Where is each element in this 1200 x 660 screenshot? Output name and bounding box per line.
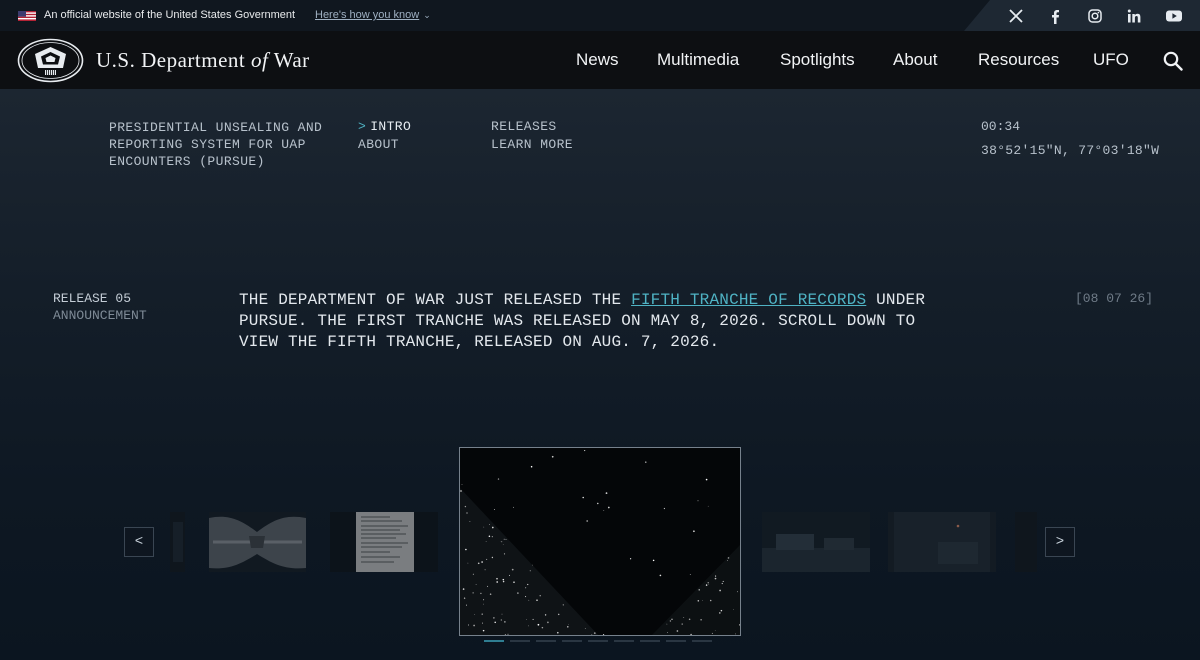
pentagon-seal-logo[interactable] [17, 38, 84, 83]
fifth-tranche-link[interactable]: FIFTH TRANCHE OF RECORDS [631, 291, 866, 309]
nav-news[interactable]: News [576, 50, 619, 70]
site-title-post: War [268, 48, 310, 72]
how-you-know-label: Here's how you know [315, 9, 420, 21]
subnav-about[interactable]: ABOUT [358, 137, 399, 152]
site-title-of: of [250, 48, 269, 72]
release-date: [08 07 26] [1075, 291, 1154, 306]
linkedin-icon[interactable] [1126, 8, 1142, 24]
release-number: RELEASE 05 [53, 291, 132, 306]
site-title-pre: U.S. Department [96, 48, 251, 72]
subnav-releases[interactable]: RELEASES [491, 119, 557, 134]
carousel-dot[interactable] [692, 640, 712, 642]
carousel-dot[interactable] [536, 640, 556, 642]
carousel-thumb[interactable] [888, 512, 996, 572]
carousel-main-image[interactable] [459, 447, 741, 636]
site-title[interactable]: U.S. Department of War [96, 48, 310, 73]
x-icon[interactable] [1008, 8, 1024, 24]
carousel-thumb[interactable] [170, 512, 185, 572]
carousel-dot[interactable] [562, 640, 582, 642]
carousel-dot[interactable] [484, 640, 504, 642]
carousel-dot[interactable] [588, 640, 608, 642]
announcement-text-before: THE DEPARTMENT OF WAR JUST RELEASED THE [239, 291, 632, 309]
carousel-dot[interactable] [614, 640, 634, 642]
release-label: ANNOUNCEMENT [53, 308, 147, 323]
clock-readout: 00:34 [981, 119, 1021, 134]
site-header: U.S. Department of War News Multimedia S… [0, 31, 1200, 89]
subnav-intro-label: INTRO [370, 119, 412, 134]
instagram-icon[interactable] [1087, 8, 1103, 24]
chevron-down-icon: ⌄ [423, 10, 431, 20]
carousel-dot[interactable] [510, 640, 530, 642]
facebook-icon[interactable] [1047, 8, 1063, 24]
social-bar [964, 0, 1200, 31]
nav-ufo[interactable]: UFO [1093, 50, 1129, 70]
nav-about[interactable]: About [893, 50, 937, 70]
nav-multimedia[interactable]: Multimedia [657, 50, 739, 70]
pursue-hero: PRESIDENTIAL UNSEALING AND REPORTING SYS… [0, 89, 1200, 660]
carousel-dot[interactable] [640, 640, 660, 642]
how-you-know-link[interactable]: Here's how you know ⌄ [315, 9, 431, 21]
nav-spotlights[interactable]: Spotlights [780, 50, 855, 70]
active-caret: > [358, 119, 367, 134]
carousel-thumb[interactable] [1015, 512, 1037, 572]
search-icon[interactable] [1163, 51, 1183, 71]
youtube-icon[interactable] [1166, 8, 1182, 24]
gov-banner: An official website of the United States… [0, 0, 1200, 31]
announcement-text: THE DEPARTMENT OF WAR JUST RELEASED THE … [239, 290, 959, 353]
gov-banner-text: An official website of the United States… [44, 9, 296, 21]
carousel-prev-button[interactable]: < [124, 527, 154, 557]
carousel-thumb[interactable] [209, 512, 306, 572]
carousel-dot[interactable] [666, 640, 686, 642]
carousel-thumb[interactable] [762, 512, 870, 572]
carousel-pagination [484, 640, 716, 644]
pursue-title: PRESIDENTIAL UNSEALING AND REPORTING SYS… [109, 120, 323, 169]
us-flag-icon [18, 11, 36, 21]
subnav-learn-more[interactable]: LEARN MORE [491, 137, 573, 152]
nav-resources[interactable]: Resources [978, 50, 1059, 70]
subnav-intro[interactable]: > INTRO [358, 119, 411, 134]
carousel-next-button[interactable]: > [1045, 527, 1075, 557]
carousel-thumb[interactable] [330, 512, 438, 572]
coordinates-readout: 38°52′15″N, 77°03′18″W [981, 143, 1160, 158]
night-sky-image [460, 448, 740, 635]
